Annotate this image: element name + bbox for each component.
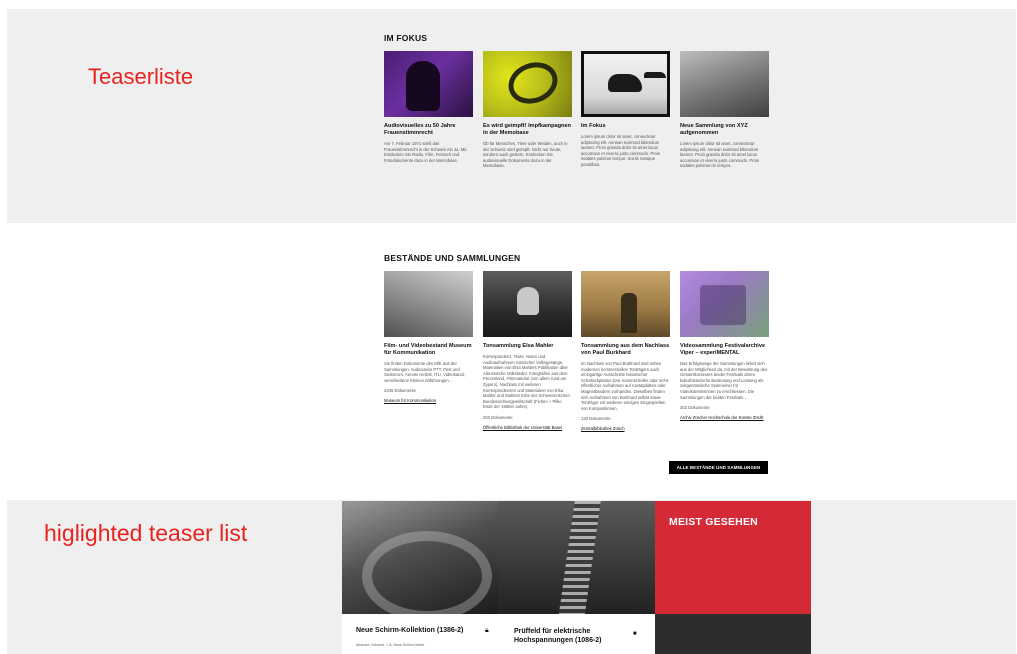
collection-title[interactable]: Tonsammlung Elsa Mahler (483, 343, 572, 350)
section-title-fokus: IM FOKUS (384, 33, 428, 43)
highlight-item-title[interactable]: Prüffeld für elektrische Hochspannungen … (514, 627, 634, 645)
most-viewed-list (655, 614, 811, 654)
teaser-image[interactable] (680, 51, 769, 117)
teaser-card[interactable]: Es wird geimpft! Impfkampagnen in der Me… (483, 51, 572, 169)
highlight-item-1[interactable]: Neue Schirm-Kollektion (1386-2) 🔒︎ Abstr… (342, 614, 498, 654)
collection-text: Das Erfolgswege der Sammlungen liefert s… (680, 361, 768, 400)
highlight-item-text: Abstract: Schwed. = A: Neue Schirm-Mode (356, 643, 425, 647)
most-viewed-title: MEIST GESEHEN (669, 516, 758, 528)
highlight-image-1[interactable] (342, 501, 498, 614)
highlight-item-2[interactable]: Prüffeld für elektrische Hochspannungen … (498, 614, 655, 654)
teaser-card[interactable]: Audiovisuelles zu 50 Jahre Frauenstimmre… (384, 51, 473, 163)
collection-image[interactable] (581, 271, 670, 337)
teaser-text: Lorem ipsum dolor sit amet, consectetur … (680, 141, 760, 169)
annotation-highlighted: higlighted teaser list (44, 520, 248, 546)
collection-count: 2445 Dokumente (384, 388, 416, 394)
collection-link[interactable]: Zentralbibliothek Zürich (581, 426, 670, 432)
teaser-text: Am 7. Februar 1971 stieß das Frauenstimm… (384, 141, 468, 163)
highlight-item-title[interactable]: Neue Schirm-Kollektion (1386-2) (356, 627, 463, 634)
collection-card[interactable]: Film- und Videobestand Museum für Kommun… (384, 271, 473, 404)
collection-card[interactable]: Tonsammlung Elsa Mahler Korrespondenz, T… (483, 271, 572, 430)
collection-count: 133 Dokumente (581, 416, 611, 422)
page: Teaserliste IM FOKUS Audiovisuelles zu 5… (0, 0, 1017, 654)
all-collections-button[interactable]: ALLE BESTÄNDE UND SAMMLUNGEN (669, 461, 768, 474)
teaser-card[interactable]: Im Fokus Lorem ipsum dolor sit amet, con… (581, 51, 670, 168)
collection-title[interactable]: Videosammlung Festivalarchive Viper – ex… (680, 343, 769, 357)
teaser-title[interactable]: Im Fokus (581, 123, 670, 130)
collection-text: Sie finden Dokumente des MfK aus der Sam… (384, 361, 465, 383)
teaser-title[interactable]: Es wird geimpft! Impfkampagnen in der Me… (483, 123, 572, 137)
collection-title[interactable]: Film- und Videobestand Museum für Kommun… (384, 343, 473, 357)
collection-link[interactable]: Museum für Kommunikation (384, 398, 473, 404)
most-viewed-panel: MEIST GESEHEN (655, 501, 811, 614)
section-title-bestaende: BESTÄNDE UND SAMMLUNGEN (384, 253, 521, 263)
lock-icon: 🔒︎ (485, 627, 489, 634)
teaser-text: Ob für Menschen, Tiere oder Weiden, auch… (483, 141, 568, 169)
collection-card[interactable]: Tonsammlung aus dem Nachlass von Paul Bu… (581, 271, 670, 432)
lock-icon: ■ (633, 631, 637, 637)
teaser-image[interactable] (483, 51, 572, 117)
teaser-title[interactable]: Neue Sammlung von XYZ aufgenommen (680, 123, 769, 137)
teaser-title[interactable]: Audiovisuelles zu 50 Jahre Frauenstimmre… (384, 123, 473, 137)
collection-link[interactable]: Öffentliche Bibliothek der Universität B… (483, 425, 572, 431)
collection-text: Im Nachlass von Paul Burkhard sind neben… (581, 361, 670, 411)
collection-link[interactable]: Archiv Zürcher Hochschule der Künste ZHd… (680, 415, 769, 421)
annotation-teaserliste: Teaserliste (88, 64, 194, 89)
collection-card[interactable]: Videosammlung Festivalarchive Viper – ex… (680, 271, 769, 420)
collection-image[interactable] (483, 271, 572, 337)
collection-count: 203 Dokumente (483, 414, 513, 420)
collection-image[interactable] (680, 271, 769, 337)
teaser-text: Lorem ipsum dolor sit amet, consectetur … (581, 134, 661, 167)
collection-text: Korrespondenz, Texte, Noten und Audioauf… (483, 354, 570, 410)
collection-image[interactable] (384, 271, 473, 337)
teaser-image[interactable] (581, 51, 670, 117)
collection-title[interactable]: Tonsammlung aus dem Nachlass von Paul Bu… (581, 343, 670, 357)
teaser-image[interactable] (384, 51, 473, 117)
teaser-card[interactable]: Neue Sammlung von XYZ aufgenommen Lorem … (680, 51, 769, 169)
collection-count: 302 Dokumente (680, 405, 710, 411)
